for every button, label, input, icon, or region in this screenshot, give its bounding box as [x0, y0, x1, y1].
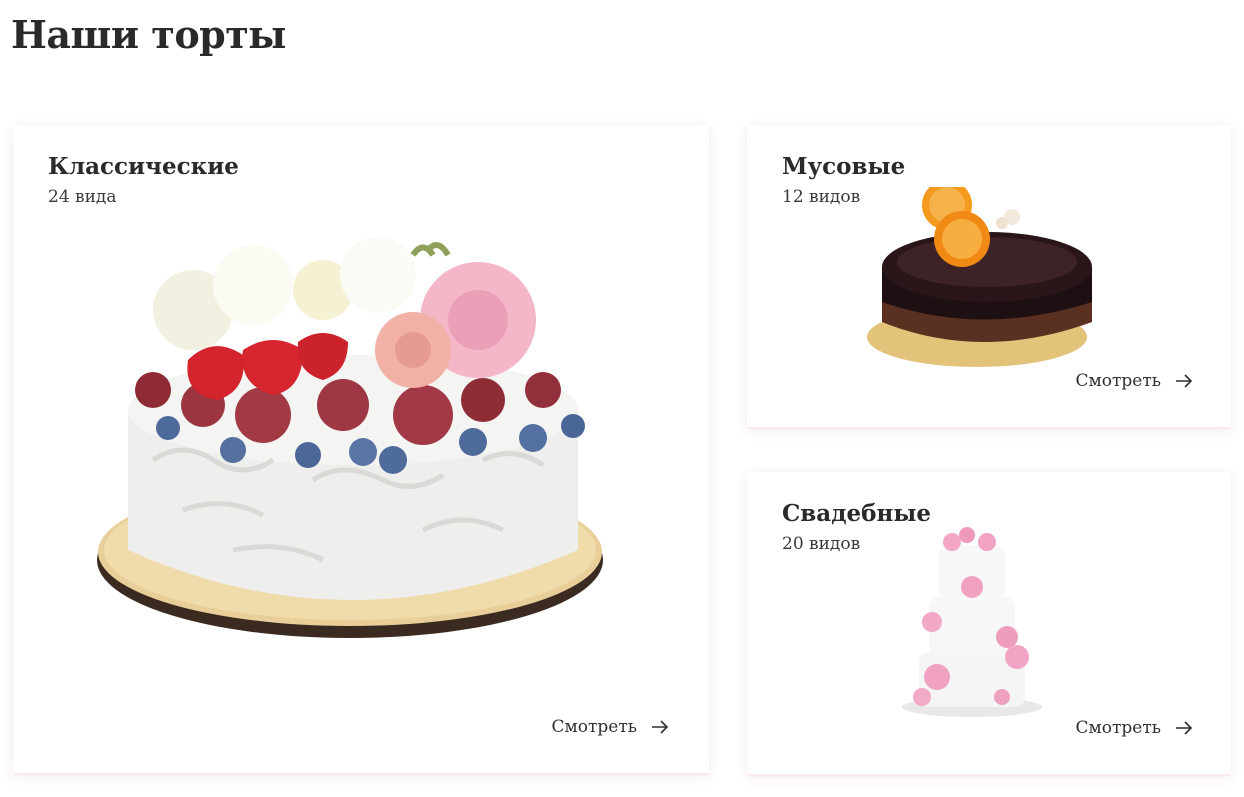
- link-label: Смотреть: [1075, 371, 1161, 391]
- card-title: Свадебные: [782, 500, 932, 527]
- wedding-cake-image: [902, 527, 1042, 717]
- view-mousse-link[interactable]: Смотреть: [1076, 371, 1193, 391]
- arrow-right-icon: [1176, 721, 1193, 735]
- category-card-mousse[interactable]: Мусовые 12 видов Смотреть: [747, 125, 1231, 431]
- card-count: 24 вида: [48, 187, 117, 207]
- classic-cake-image: [97, 237, 603, 638]
- link-label: Смотреть: [1075, 718, 1161, 738]
- view-classic-link[interactable]: Смотреть: [552, 717, 669, 737]
- arrow-right-icon: [1176, 374, 1193, 388]
- page-title: Наши торты: [11, 12, 286, 57]
- mousse-cake-image: [867, 187, 1092, 367]
- card-count: 20 видов: [782, 534, 861, 554]
- card-count: 12 видов: [782, 187, 861, 207]
- card-title: Мусовые: [782, 153, 906, 180]
- card-title: Классические: [48, 153, 239, 180]
- arrow-right-icon: [652, 720, 669, 734]
- view-wedding-link[interactable]: Смотреть: [1076, 718, 1193, 738]
- link-label: Смотреть: [551, 717, 637, 737]
- category-card-classic[interactable]: Классические 24 вида Смотреть: [13, 125, 709, 777]
- category-card-wedding[interactable]: Свадебные 20 видов Смотреть: [747, 472, 1231, 778]
